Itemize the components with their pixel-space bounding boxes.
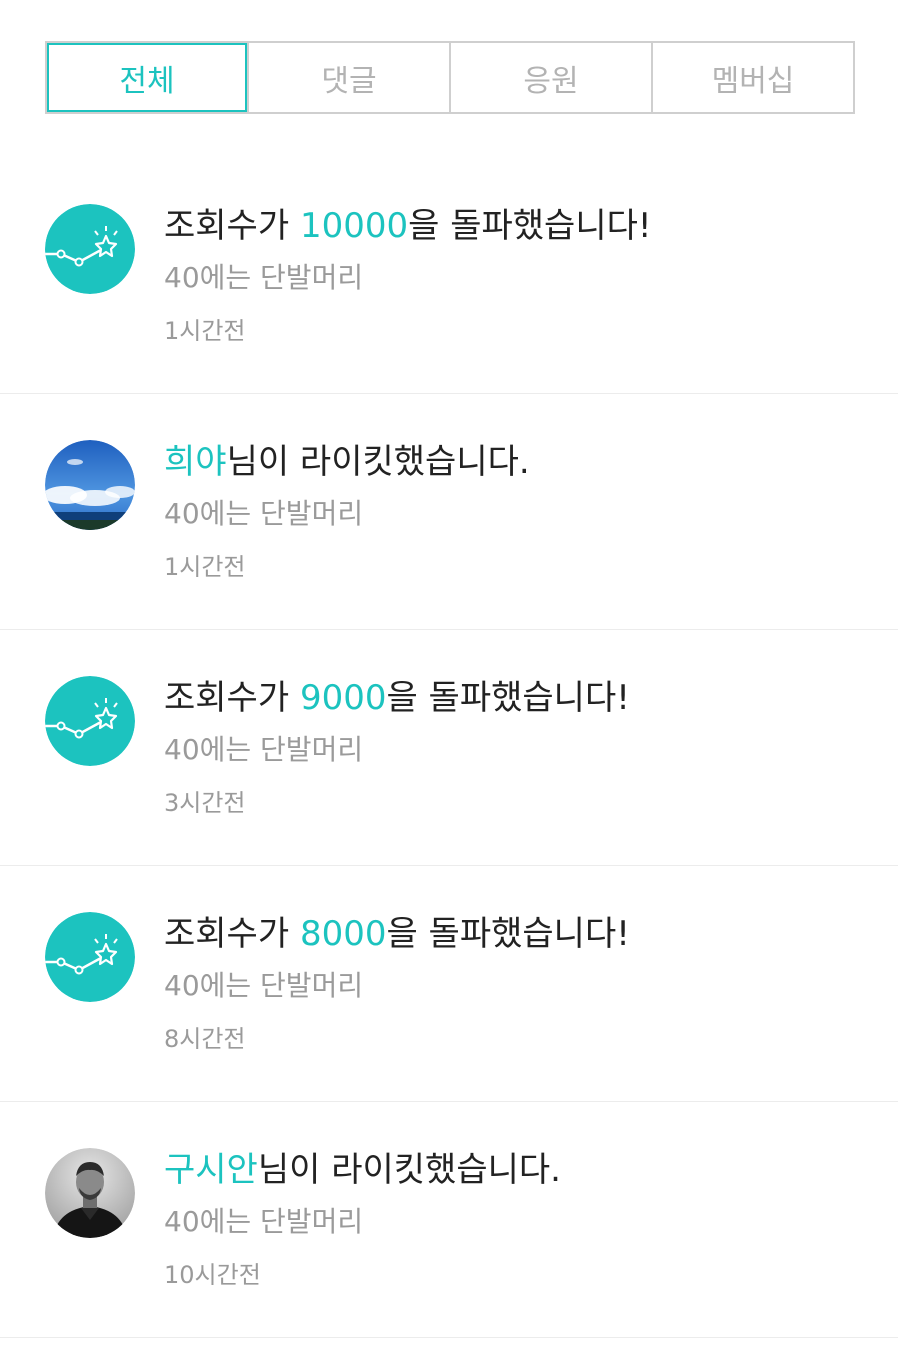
title-suffix: 님이 라이킷했습니다.: [257, 1150, 561, 1190]
title-highlight: 8000: [299, 914, 387, 954]
title-highlight: 9000: [299, 678, 387, 718]
notification-title: 조회수가 8000을 돌파했습니다!: [164, 910, 868, 958]
notification-text: 구시안님이 라이킷했습니다. 40에는 단발머리 10시간전: [164, 1146, 868, 1292]
title-prefix: 조회수가: [164, 678, 300, 718]
notification-text: 조회수가 10000을 돌파했습니다! 40에는 단발머리 1시간전: [164, 202, 868, 348]
notification-item[interactable]: 희야님이 라이킷했습니다. 40에는 단발머리 1시간전: [0, 394, 898, 630]
person-photo-avatar[interactable]: [45, 1148, 135, 1238]
notification-time: 10시간전: [164, 1261, 261, 1289]
notification-subtitle: 40에는 단발머리: [164, 733, 364, 766]
notification-text: 조회수가 9000을 돌파했습니다! 40에는 단발머리 3시간전: [164, 674, 868, 820]
notification-title: 구시안님이 라이킷했습니다.: [164, 1146, 868, 1194]
notification-text: 희야님이 라이킷했습니다. 40에는 단발머리 1시간전: [164, 438, 868, 584]
notification-item[interactable]: 조회수가 10000을 돌파했습니다! 40에는 단발머리 1시간전: [0, 158, 898, 394]
chart-star-icon: [45, 204, 135, 294]
notification-title: 조회수가 10000을 돌파했습니다!: [164, 202, 868, 250]
notification-item[interactable]: 조회수가 8000을 돌파했습니다! 40에는 단발머리 8시간전: [0, 866, 898, 1102]
notification-title: 희야님이 라이킷했습니다.: [164, 438, 868, 486]
title-suffix: 님이 라이킷했습니다.: [226, 442, 530, 482]
user-name-link[interactable]: 구시안: [164, 1150, 258, 1190]
notification-time: 3시간전: [164, 789, 246, 817]
chart-star-icon: [45, 912, 135, 1002]
notification-subtitle: 40에는 단발머리: [164, 1205, 364, 1238]
chart-star-icon: [45, 676, 135, 766]
user-name-link[interactable]: 희야: [164, 442, 227, 482]
notification-subtitle: 40에는 단발머리: [164, 969, 364, 1002]
tab-all[interactable]: 전체: [47, 43, 247, 112]
tab-cheers[interactable]: 응원: [449, 43, 651, 112]
title-suffix: 을 돌파했습니다!: [386, 678, 630, 718]
notification-time: 1시간전: [164, 553, 246, 581]
notification-list: 조회수가 10000을 돌파했습니다! 40에는 단발머리 1시간전 희야님이 …: [0, 158, 898, 1338]
title-prefix: 조회수가: [164, 914, 300, 954]
notification-time: 8시간전: [164, 1025, 246, 1053]
notification-subtitle: 40에는 단발머리: [164, 497, 364, 530]
title-highlight: 10000: [299, 206, 409, 246]
notification-item[interactable]: 구시안님이 라이킷했습니다. 40에는 단발머리 10시간전: [0, 1102, 898, 1338]
sky-photo-avatar[interactable]: [45, 440, 135, 530]
title-prefix: 조회수가: [164, 206, 300, 246]
notification-subtitle: 40에는 단발머리: [164, 261, 364, 294]
tab-comments[interactable]: 댓글: [247, 43, 449, 112]
tab-membership[interactable]: 멤버십: [651, 43, 853, 112]
notification-item[interactable]: 조회수가 9000을 돌파했습니다! 40에는 단발머리 3시간전: [0, 630, 898, 866]
filter-tabs: 전체 댓글 응원 멤버십: [45, 41, 855, 114]
title-suffix: 을 돌파했습니다!: [386, 914, 630, 954]
notification-time: 1시간전: [164, 317, 246, 345]
notification-text: 조회수가 8000을 돌파했습니다! 40에는 단발머리 8시간전: [164, 910, 868, 1056]
notification-title: 조회수가 9000을 돌파했습니다!: [164, 674, 868, 722]
title-suffix: 을 돌파했습니다!: [408, 206, 652, 246]
